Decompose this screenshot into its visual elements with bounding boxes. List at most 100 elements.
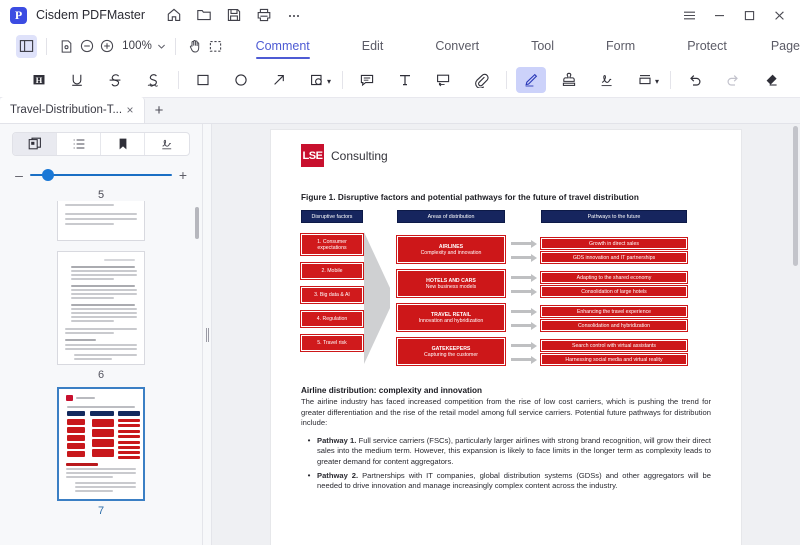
home-icon[interactable]: [159, 2, 189, 28]
document-viewport[interactable]: LSE Consulting Figure 1. Disruptive fact…: [212, 124, 800, 545]
squiggly-underline-icon[interactable]: [138, 67, 168, 93]
document-brand: LSE Consulting: [301, 144, 711, 167]
undo-icon[interactable]: [680, 67, 710, 93]
thumbnail-list[interactable]: 6 7: [0, 201, 202, 545]
bookmarks-view-button[interactable]: [101, 133, 145, 155]
minimize-icon[interactable]: [704, 1, 734, 29]
rectangle-icon[interactable]: [188, 67, 218, 93]
stamp-icon[interactable]: [554, 67, 584, 93]
highlight-icon[interactable]: H: [24, 67, 54, 93]
thumbnails-view-button[interactable]: [13, 133, 57, 155]
new-tab-button[interactable]: +: [145, 97, 173, 123]
list-item: • Pathway 2. Partnerships with IT compan…: [301, 471, 711, 492]
pathway-bullet-list: • Pathway 1. Full service carriers (FSCs…: [301, 436, 711, 492]
dropdown-caret-icon[interactable]: ▾: [655, 77, 659, 86]
tab-page[interactable]: Page: [771, 30, 800, 62]
attachment-icon[interactable]: [466, 67, 496, 93]
tab-convert[interactable]: Convert: [435, 30, 479, 62]
tab-form[interactable]: Form: [606, 30, 635, 62]
divider: [178, 70, 179, 89]
signature-icon[interactable]: [592, 67, 622, 93]
redo-icon[interactable]: [718, 67, 748, 93]
splitter-grip-icon: [205, 327, 209, 342]
zoom-level-value[interactable]: 100%: [122, 40, 152, 52]
zoom-in-icon[interactable]: [97, 34, 117, 58]
dropdown-caret-icon[interactable]: ▾: [327, 77, 331, 86]
bullet-body: Partnerships with IT companies, global d…: [317, 470, 711, 491]
title-bar: P Cisdem PDFMaster: [0, 0, 800, 30]
text-box-icon[interactable]: [390, 67, 420, 93]
annotation-toolbar: H ▾ ▾: [0, 62, 800, 98]
diagram-column-header-3: Pathways to the future: [541, 210, 687, 223]
pencil-icon[interactable]: [516, 66, 546, 93]
sticky-note-icon[interactable]: [352, 67, 382, 93]
app-title: Cisdem PDFMaster: [36, 8, 146, 22]
bullet-dot-icon: •: [307, 435, 311, 445]
bullet-dot-icon: •: [307, 470, 311, 480]
thumbnail-item-5[interactable]: [0, 201, 202, 245]
more-icon[interactable]: [279, 2, 309, 28]
maximize-icon[interactable]: [734, 1, 764, 29]
app-logo-icon: P: [10, 6, 27, 24]
diagram-area-1: AIRLINES Complexity and innovation: [397, 236, 505, 263]
thumbnail-caption-7: 7: [97, 505, 105, 517]
shapes-more-icon[interactable]: ▾: [302, 67, 332, 93]
print-icon[interactable]: [249, 2, 279, 28]
thumbnail-caption-6: 6: [97, 369, 105, 381]
document-scrollbar[interactable]: [793, 126, 798, 266]
area-select-icon[interactable]: [205, 34, 225, 58]
thumbnail-size-slider-row: – +: [0, 156, 202, 182]
save-icon[interactable]: [219, 2, 249, 28]
bullet-lead: Pathway 2.: [317, 470, 359, 480]
diagram-area-2: HOTELS AND CARS New business models: [397, 270, 505, 297]
slider-knob[interactable]: [42, 169, 54, 181]
document-tab[interactable]: Travel-Distribution-T... ×: [0, 97, 146, 123]
open-folder-icon[interactable]: [189, 2, 219, 28]
tab-comment[interactable]: Comment: [255, 30, 310, 62]
sidebar-scrollbar[interactable]: [195, 207, 199, 239]
diagram-arrow-3: [511, 273, 537, 282]
slider-increase-button[interactable]: +: [176, 168, 190, 182]
tab-protect[interactable]: Protect: [687, 30, 727, 62]
thumbnail-item-6[interactable]: 6: [0, 251, 202, 381]
link-area-icon[interactable]: ▾: [630, 67, 660, 93]
bullet-text: Pathway 1. Full service carriers (FSCs),…: [317, 436, 711, 468]
diagram-factor-1: 1. Consumer expectations: [301, 234, 363, 255]
arrow-icon[interactable]: [264, 67, 294, 93]
window-controls: [674, 1, 794, 29]
lse-logo-icon: LSE: [301, 144, 324, 167]
tab-edit[interactable]: Edit: [362, 30, 384, 62]
ellipse-icon[interactable]: [226, 67, 256, 93]
diagram-pathway-2: GDS innovation and IT partnerships: [541, 252, 687, 263]
slider-decrease-button[interactable]: –: [12, 168, 26, 182]
eraser-icon[interactable]: [756, 67, 786, 93]
outline-view-button[interactable]: [57, 133, 101, 155]
close-icon[interactable]: [764, 1, 794, 29]
menu-hamburger-icon[interactable]: [674, 1, 704, 29]
diagram-arrow-8: [511, 355, 537, 364]
diagram-column-header-2: Areas of distribution: [397, 210, 505, 223]
chevron-down-icon[interactable]: [157, 42, 166, 51]
signatures-view-button[interactable]: [145, 133, 189, 155]
page-fit-icon[interactable]: [56, 34, 76, 58]
diagram-arrow-2: [511, 253, 537, 262]
thumbnail-size-slider[interactable]: [30, 168, 172, 182]
divider: [342, 70, 343, 89]
sidebar-splitter[interactable]: [203, 124, 212, 545]
thumbnail-page-6: [57, 251, 145, 365]
tab-tool[interactable]: Tool: [531, 30, 554, 62]
strikethrough-icon[interactable]: [100, 67, 130, 93]
bullet-lead: Pathway 1.: [317, 435, 357, 445]
underline-icon[interactable]: [62, 67, 92, 93]
bullet-body: Full service carriers (FSCs), particular…: [317, 435, 711, 466]
zoom-out-icon[interactable]: [76, 34, 96, 58]
diagram-area-3: TRAVEL RETAIL Innovation and hybridizatio…: [397, 304, 505, 331]
close-tab-icon[interactable]: ×: [122, 102, 138, 118]
svg-text:H: H: [36, 75, 43, 85]
hand-tool-icon[interactable]: [185, 34, 205, 58]
sidebar-toggle-button[interactable]: [16, 34, 38, 58]
figure-title: Figure 1. Disruptive factors and potenti…: [301, 193, 639, 202]
text-callout-icon[interactable]: [428, 67, 458, 93]
diagram-pathway-8: Harnessing social media and virtual real…: [541, 354, 687, 365]
thumbnail-item-7[interactable]: 7: [0, 387, 202, 517]
